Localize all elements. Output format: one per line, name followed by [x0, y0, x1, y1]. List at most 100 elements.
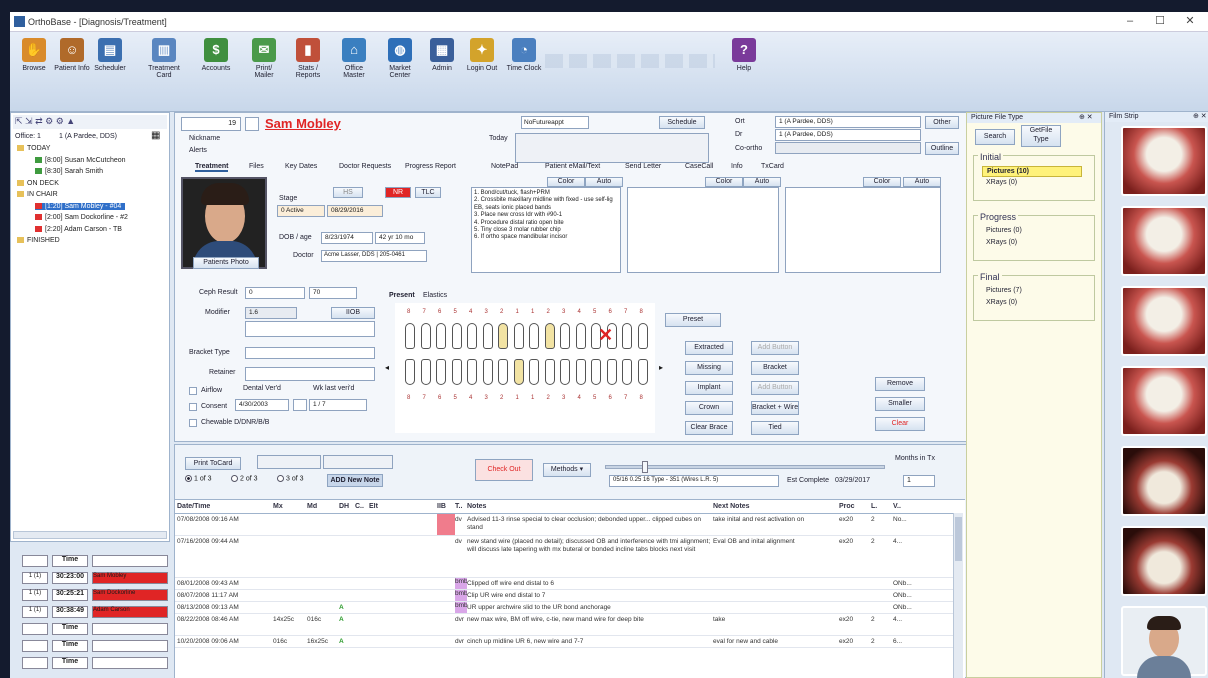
- other-button[interactable]: Other: [925, 116, 959, 129]
- tab-doctor-requests[interactable]: Doctor Requests: [339, 163, 391, 170]
- card-radio[interactable]: 2 of 3: [231, 475, 258, 482]
- picture-group-title[interactable]: Initial: [978, 152, 1004, 162]
- chair-timer-row[interactable]: 1 (1) 30:38:49 Adam Carson: [10, 605, 170, 619]
- column-header[interactable]: Notes: [467, 503, 713, 510]
- tree-item[interactable]: [8:30] Sarah Smith: [35, 168, 103, 175]
- remove-button[interactable]: Remove: [875, 377, 925, 391]
- office-grid-icon[interactable]: ▦: [151, 130, 160, 141]
- stage-value[interactable]: 0 Active: [277, 205, 325, 217]
- lower-tooth[interactable]: [637, 359, 648, 385]
- chair-timer-row[interactable]: Time: [10, 639, 170, 653]
- column-header[interactable]: Date/Time: [177, 503, 273, 510]
- tab-files[interactable]: Files: [249, 163, 264, 170]
- tree-item[interactable]: [2:00] Sam Dockorline - #2: [35, 214, 128, 221]
- lower-tooth[interactable]: [451, 359, 462, 385]
- tab-info[interactable]: Info: [731, 163, 743, 170]
- picture-group-item[interactable]: Pictures (10): [982, 166, 1082, 177]
- office-value[interactable]: 1 (A Pardee, DDS): [59, 133, 117, 140]
- modifier-button[interactable]: IIOB: [331, 307, 375, 319]
- modifier-value[interactable]: 1.6: [245, 307, 297, 319]
- lower-tooth[interactable]: [591, 359, 601, 385]
- minimize-button[interactable]: –: [1120, 14, 1140, 28]
- tab-send-letter[interactable]: Send Letter: [625, 163, 661, 170]
- chart-tab-present[interactable]: Present: [389, 292, 415, 299]
- horizontal-scrollbar[interactable]: [13, 531, 167, 539]
- tree-item[interactable]: TODAY: [17, 145, 50, 152]
- ribbon-button-card[interactable]: ▥ Treatment Card: [144, 36, 184, 100]
- column-header[interactable]: Elt: [369, 503, 437, 510]
- chair-timer-row[interactable]: 1 (1) 30:23:00 Sam Mobley: [10, 571, 170, 585]
- tab-patient-email-text[interactable]: Patient eMail/Text: [545, 163, 600, 170]
- upper-tooth[interactable]: [560, 323, 570, 349]
- methods-dropdown[interactable]: Methods ▾: [543, 463, 591, 477]
- film-strip-thumbnail[interactable]: [1121, 286, 1207, 356]
- lower-tooth[interactable]: [606, 359, 617, 385]
- column-header[interactable]: DH: [339, 503, 355, 510]
- tree-item[interactable]: IN CHAIR: [17, 191, 58, 198]
- picture-group-item[interactable]: Pictures (7): [982, 286, 1082, 295]
- tab-key-dates[interactable]: Key Dates: [285, 163, 317, 170]
- tooth-crown-button[interactable]: Crown: [685, 401, 733, 415]
- notes2-box[interactable]: [627, 187, 779, 273]
- notes2-auto-button[interactable]: Auto: [743, 177, 781, 187]
- notes2-color-button[interactable]: Color: [705, 177, 743, 187]
- chart-left-arrow-icon[interactable]: ◂: [385, 363, 389, 372]
- film-strip-thumbnail[interactable]: [1121, 526, 1207, 596]
- close-button[interactable]: ✕: [1180, 14, 1200, 28]
- ribbon-button-globe[interactable]: ◍ Market Center: [382, 36, 418, 100]
- lower-tooth[interactable]: [467, 359, 477, 385]
- picture-group-item[interactable]: XRays (0): [982, 178, 1082, 187]
- patient-name[interactable]: Sam Mobley: [265, 116, 341, 131]
- bracket-type-select[interactable]: [245, 347, 375, 359]
- tree-item[interactable]: [2:20] Adam Carson - TB: [35, 226, 122, 233]
- ortho-select[interactable]: 1 (A Pardee, DDS): [775, 116, 921, 128]
- lower-tooth[interactable]: [560, 359, 570, 385]
- chewable-checkbox[interactable]: [189, 419, 197, 427]
- table-row[interactable]: 08/01/2008 09:43 AM bmb Clipped off wire e…: [175, 578, 953, 590]
- tooth-missing-button[interactable]: Missing: [685, 361, 733, 375]
- tied-button[interactable]: Tied: [751, 421, 799, 435]
- consent-date-picker[interactable]: [293, 399, 307, 411]
- tree-item[interactable]: FINISHED: [17, 237, 60, 244]
- lower-tooth[interactable]: [575, 359, 586, 385]
- table-row[interactable]: 10/20/2008 09:06 AM 016c 16x25c Advr cinch u…: [175, 636, 953, 648]
- smaller-button[interactable]: Smaller: [875, 397, 925, 411]
- notes3-box[interactable]: [785, 187, 941, 273]
- ribbon-button-print[interactable]: ✉ Print/ Mailer: [246, 36, 282, 100]
- notes-color-button[interactable]: Color: [547, 177, 585, 187]
- upper-tooth[interactable]: [436, 323, 446, 349]
- column-header[interactable]: IIB: [437, 503, 455, 510]
- chart-right-arrow-icon[interactable]: ▸: [659, 363, 663, 372]
- chair-timer-row[interactable]: Time: [10, 656, 170, 670]
- patient-id-spinner[interactable]: [245, 117, 259, 131]
- log-scroll-thumb[interactable]: [955, 517, 962, 561]
- wire-sequence-field[interactable]: 05/16 0.25 16 Type - 351 (Wires L.R. 5): [609, 475, 779, 487]
- log-tab-blank-2[interactable]: [323, 455, 393, 469]
- tab-progress-report[interactable]: Progress Report: [405, 163, 456, 170]
- hs-badge[interactable]: HS: [333, 187, 363, 198]
- ribbon-button-lock[interactable]: ✦ Login Out: [464, 36, 500, 100]
- notes3-color-button[interactable]: Color: [863, 177, 901, 187]
- lower-tooth[interactable]: [436, 359, 446, 385]
- modifier-notes[interactable]: [245, 321, 375, 337]
- tab-notepad[interactable]: NotePad: [491, 163, 518, 170]
- tooth-clear-brace-button[interactable]: Clear Brace: [685, 421, 733, 435]
- patient-id-field[interactable]: 19: [181, 117, 241, 131]
- ribbon-button-hand[interactable]: ✋ Browse: [16, 36, 52, 100]
- upper-tooth[interactable]: [482, 323, 493, 349]
- ceph-select[interactable]: 0: [245, 287, 305, 299]
- picture-group-item[interactable]: XRays (0): [982, 238, 1082, 247]
- picture-group-item[interactable]: Pictures (0): [982, 226, 1082, 235]
- tree-item[interactable]: [8:00] Susan McCutcheon: [35, 157, 126, 164]
- wks-value[interactable]: 1 / 7: [309, 399, 367, 411]
- get-file-type-button[interactable]: GetFile Type: [1021, 125, 1061, 147]
- log-scrollbar[interactable]: [953, 513, 963, 678]
- preset-button[interactable]: Preset: [665, 313, 721, 327]
- film-strip-thumbnail[interactable]: [1121, 206, 1207, 276]
- upper-tooth[interactable]: [451, 323, 462, 349]
- treatment-notes[interactable]: 1. Bond/cut/tuck, flash+PRM 2. Crossbite…: [471, 187, 621, 273]
- lower-tooth[interactable]: [405, 359, 415, 385]
- table-row[interactable]: 08/07/2008 11:17 AM bmb Clip UR wire end d…: [175, 590, 953, 602]
- print-to-card-button[interactable]: Print ToCard: [185, 457, 241, 470]
- patients-photo-button[interactable]: Patients Photo: [193, 257, 259, 269]
